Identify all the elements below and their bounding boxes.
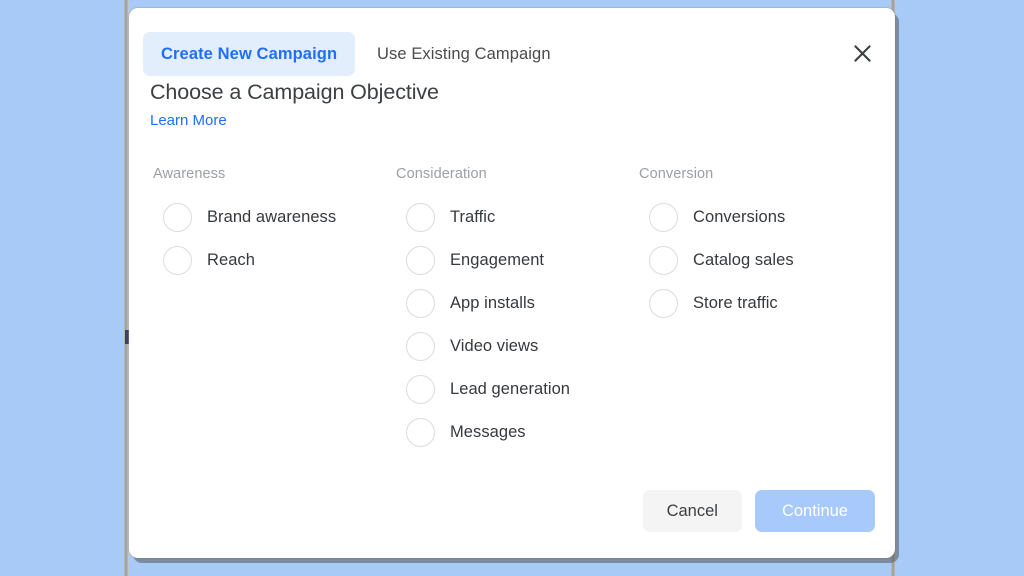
option-traffic[interactable]: Traffic <box>393 196 636 239</box>
radio-icon[interactable] <box>649 246 678 275</box>
continue-button[interactable]: Continue <box>754 490 875 532</box>
option-video-views[interactable]: Video views <box>393 325 636 368</box>
option-label: Reach <box>207 251 255 269</box>
objective-column-conversion: Conversion Conversions Catalog sales Sto… <box>636 166 879 454</box>
radio-icon[interactable] <box>406 418 435 447</box>
option-conversions[interactable]: Conversions <box>636 196 879 239</box>
option-catalog-sales[interactable]: Catalog sales <box>636 239 879 282</box>
radio-icon[interactable] <box>163 203 192 232</box>
modal-footer: Cancel Continue <box>642 490 875 532</box>
option-lead-generation[interactable]: Lead generation <box>393 368 636 411</box>
objective-column-consideration: Consideration Traffic Engagement App ins… <box>393 166 636 454</box>
radio-icon[interactable] <box>406 332 435 361</box>
campaign-objective-modal: Create New Campaign Use Existing Campaig… <box>129 8 895 558</box>
objective-column-awareness: Awareness Brand awareness Reach <box>150 166 393 454</box>
option-label: Messages <box>450 423 526 441</box>
option-label: Engagement <box>450 251 545 269</box>
option-label: App installs <box>450 294 535 312</box>
option-engagement[interactable]: Engagement <box>393 239 636 282</box>
option-label: Lead generation <box>450 380 571 398</box>
close-icon <box>853 44 872 63</box>
column-title-conversion: Conversion <box>639 166 714 182</box>
modal-tab-strip: Create New Campaign Use Existing Campaig… <box>129 8 895 80</box>
option-messages[interactable]: Messages <box>393 411 636 454</box>
option-reach[interactable]: Reach <box>150 239 393 282</box>
radio-icon[interactable] <box>406 246 435 275</box>
option-label: Catalog sales <box>693 251 794 269</box>
cancel-button[interactable]: Cancel <box>642 490 742 532</box>
option-label: Video views <box>450 337 539 355</box>
radio-icon[interactable] <box>406 289 435 318</box>
tab-create-new-campaign[interactable]: Create New Campaign <box>143 32 356 76</box>
radio-icon[interactable] <box>406 203 435 232</box>
option-store-traffic[interactable]: Store traffic <box>636 282 879 325</box>
option-app-installs[interactable]: App installs <box>393 282 636 325</box>
option-label: Store traffic <box>693 294 778 312</box>
tab-use-existing-campaign[interactable]: Use Existing Campaign <box>371 32 557 76</box>
option-label: Brand awareness <box>207 208 337 226</box>
radio-icon[interactable] <box>163 246 192 275</box>
column-title-awareness: Awareness <box>153 166 226 182</box>
objective-columns: Awareness Brand awareness Reach Consider… <box>150 166 877 454</box>
close-button[interactable] <box>843 34 881 72</box>
option-label: Traffic <box>450 208 496 226</box>
page-title: Choose a Campaign Objective <box>150 80 439 104</box>
radio-icon[interactable] <box>649 289 678 318</box>
column-title-consideration: Consideration <box>396 166 487 182</box>
radio-icon[interactable] <box>649 203 678 232</box>
learn-more-link[interactable]: Learn More <box>150 112 227 129</box>
option-brand-awareness[interactable]: Brand awareness <box>150 196 393 239</box>
radio-icon[interactable] <box>406 375 435 404</box>
option-label: Conversions <box>693 208 786 226</box>
